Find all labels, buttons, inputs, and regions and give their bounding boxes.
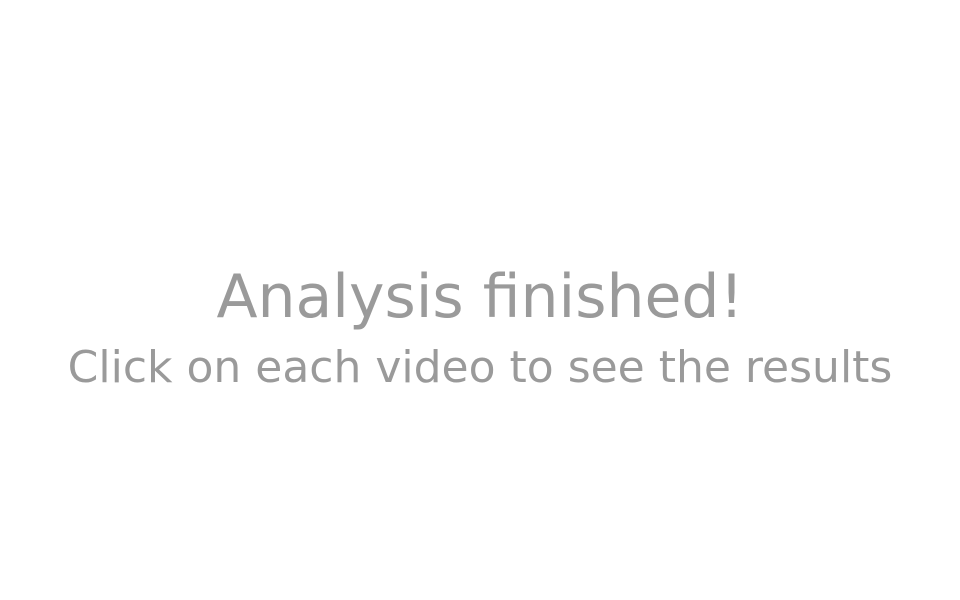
completion-title: Analysis finished! [216, 262, 744, 332]
completion-message: Analysis finished! Click on each video t… [0, 28, 960, 600]
completion-instruction: Click on each video to see the results [67, 342, 893, 393]
analysis-complete-screen: Analysis finished! Click on each video t… [0, 0, 960, 600]
